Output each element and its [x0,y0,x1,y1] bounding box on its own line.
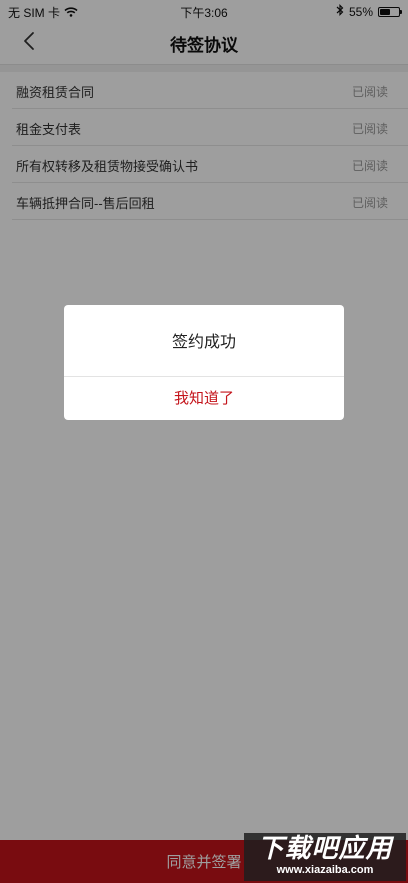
success-dialog: 签约成功 我知道了 [64,305,344,420]
watermark-url: www.xiazaiba.com [276,864,374,876]
watermark-logo: 下载吧应用 www.xiazaiba.com [244,833,406,881]
dialog-message: 签约成功 [64,305,344,377]
watermark-title: 下载吧应用 [257,833,393,863]
modal-overlay [0,0,408,883]
dialog-confirm-button[interactable]: 我知道了 [64,377,344,420]
